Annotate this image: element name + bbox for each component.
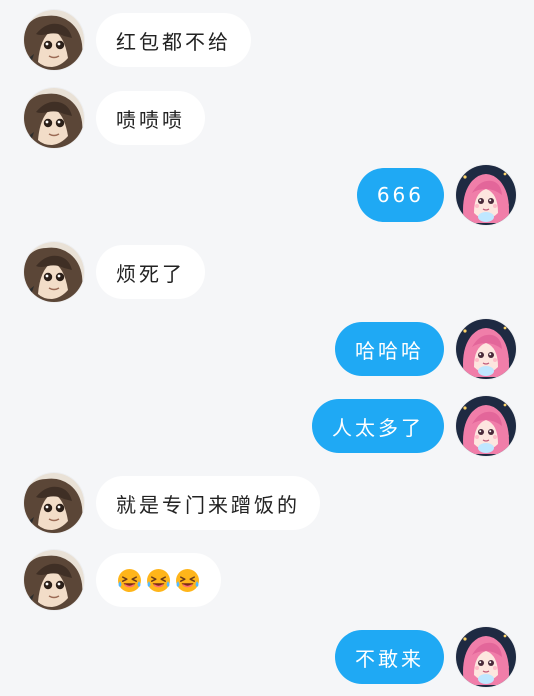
avatar[interactable] xyxy=(456,319,516,379)
laughing-crying-face-icon xyxy=(118,568,141,592)
message-text: 红包都不给 xyxy=(116,29,231,54)
avatar[interactable] xyxy=(24,10,84,70)
message-bubble[interactable]: 啧啧啧 xyxy=(96,91,205,145)
avatar[interactable] xyxy=(24,473,84,533)
message-text: 人太多了 xyxy=(332,415,424,440)
laughing-crying-face-icon xyxy=(176,568,199,592)
message-bubble[interactable]: 666 xyxy=(356,168,444,222)
message-bubble[interactable] xyxy=(96,553,221,607)
message-text: 666 xyxy=(376,183,424,207)
avatar[interactable] xyxy=(24,550,84,610)
message-bubble[interactable]: 哈哈哈 xyxy=(335,322,444,376)
message-text: 哈哈哈 xyxy=(355,338,424,363)
message-row xyxy=(0,550,534,610)
message-row: 就是专门来蹭饭的 xyxy=(0,473,534,533)
message-row: 666 xyxy=(0,165,534,225)
message-row: 烦死了 xyxy=(0,242,534,302)
avatar[interactable] xyxy=(456,627,516,687)
message-bubble[interactable]: 烦死了 xyxy=(96,245,205,299)
message-text: 啧啧啧 xyxy=(116,107,185,132)
message-text: 烦死了 xyxy=(116,261,185,286)
message-row: 红包都不给 xyxy=(0,10,534,70)
chat-thread: 红包都不给 啧啧啧 666 烦死了 哈哈哈 人太多了 就是专门来蹭饭的 不敢来 xyxy=(0,0,534,696)
message-row: 不敢来 xyxy=(0,627,534,687)
message-row: 哈哈哈 xyxy=(0,319,534,379)
message-bubble[interactable]: 不敢来 xyxy=(335,630,444,684)
laughing-crying-face-icon xyxy=(147,568,170,592)
avatar[interactable] xyxy=(24,88,84,148)
avatar[interactable] xyxy=(456,165,516,225)
message-bubble[interactable]: 红包都不给 xyxy=(96,13,251,67)
message-bubble[interactable]: 就是专门来蹭饭的 xyxy=(96,476,320,530)
avatar[interactable] xyxy=(24,242,84,302)
message-row: 人太多了 xyxy=(0,396,534,456)
message-row: 啧啧啧 xyxy=(0,88,534,148)
emoji-group xyxy=(116,567,201,594)
message-bubble[interactable]: 人太多了 xyxy=(312,399,444,453)
avatar[interactable] xyxy=(456,396,516,456)
message-text: 就是专门来蹭饭的 xyxy=(116,492,300,517)
message-text: 不敢来 xyxy=(355,646,424,671)
